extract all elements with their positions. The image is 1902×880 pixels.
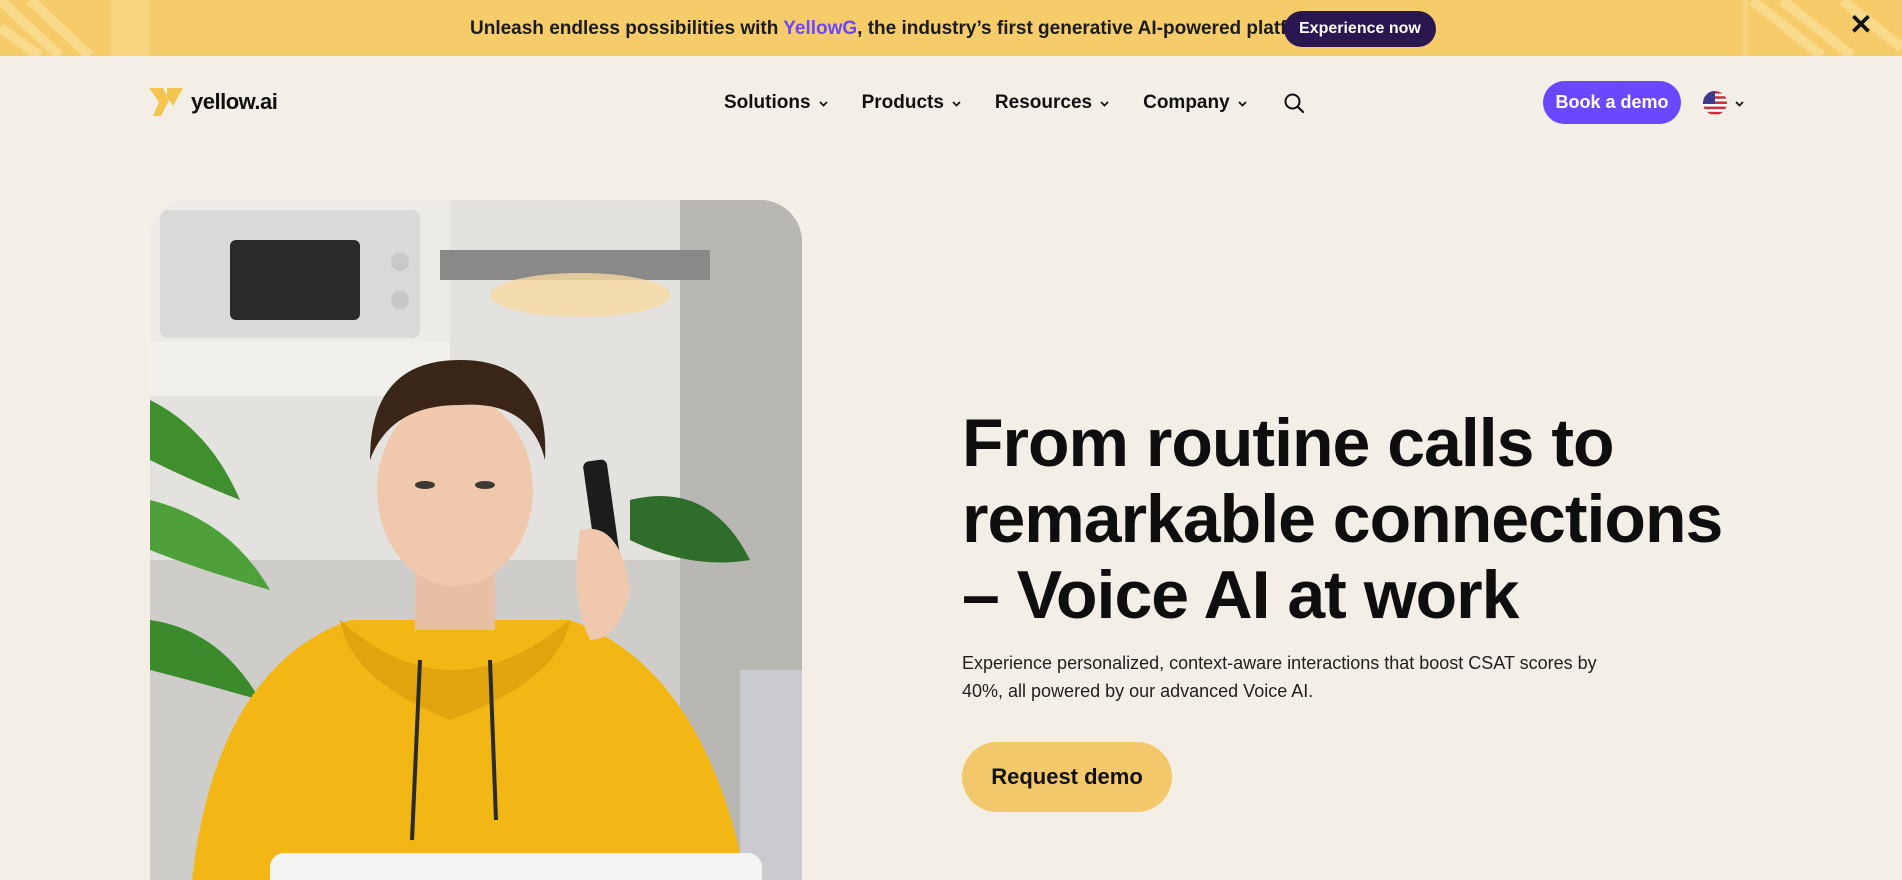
- nav-company-label: Company: [1143, 92, 1230, 113]
- nav-resources[interactable]: Resources: [995, 92, 1110, 114]
- chevron-down-icon: [1735, 100, 1744, 107]
- request-demo-button[interactable]: Request demo: [962, 742, 1172, 812]
- experience-now-button[interactable]: Experience now: [1284, 11, 1436, 47]
- nav-products-label: Products: [861, 92, 944, 113]
- main-nav: Solutions Products Resources Company: [724, 92, 1305, 114]
- logo[interactable]: yellow.ai: [149, 86, 278, 118]
- hero-overlay-card: [270, 853, 762, 880]
- nav-solutions[interactable]: Solutions: [724, 92, 829, 114]
- chevron-down-icon: [1238, 100, 1247, 107]
- search-icon[interactable]: [1283, 92, 1305, 114]
- us-flag-icon: [1703, 91, 1727, 115]
- hero-photo-illustration: [150, 200, 802, 880]
- hero-subline: Experience personalized, context-aware i…: [962, 653, 1597, 701]
- banner-pattern-left: [0, 0, 150, 56]
- hero-photo: [150, 200, 802, 880]
- banner-pattern-right: [1742, 0, 1902, 56]
- nav-resources-label: Resources: [994, 92, 1093, 113]
- announcement-banner: Unleash endless possibilities with Yello…: [0, 0, 1902, 56]
- logo-text: yellow.ai: [191, 89, 278, 114]
- logo-mark-icon: [149, 88, 183, 116]
- banner-message: Unleash endless possibilities with Yello…: [470, 18, 1329, 40]
- nav-company[interactable]: Company: [1143, 92, 1248, 114]
- chevron-down-icon: [1100, 100, 1109, 107]
- banner-text-start: Unleash endless possibilities with: [470, 18, 784, 39]
- banner-text-end: , the industry’s first generative AI-pow…: [857, 18, 1329, 39]
- nav-products[interactable]: Products: [862, 92, 962, 114]
- hero-headline: From routine calls to remarkable connect…: [962, 405, 1723, 633]
- chevron-down-icon: [818, 100, 828, 107]
- chevron-down-icon: [952, 100, 961, 107]
- language-selector[interactable]: [1703, 91, 1745, 115]
- banner-brand-link[interactable]: YellowG: [783, 18, 857, 39]
- book-a-demo-button[interactable]: Book a demo: [1543, 81, 1681, 124]
- close-icon[interactable]: ✕: [1846, 10, 1876, 40]
- nav-solutions-label: Solutions: [724, 92, 811, 113]
